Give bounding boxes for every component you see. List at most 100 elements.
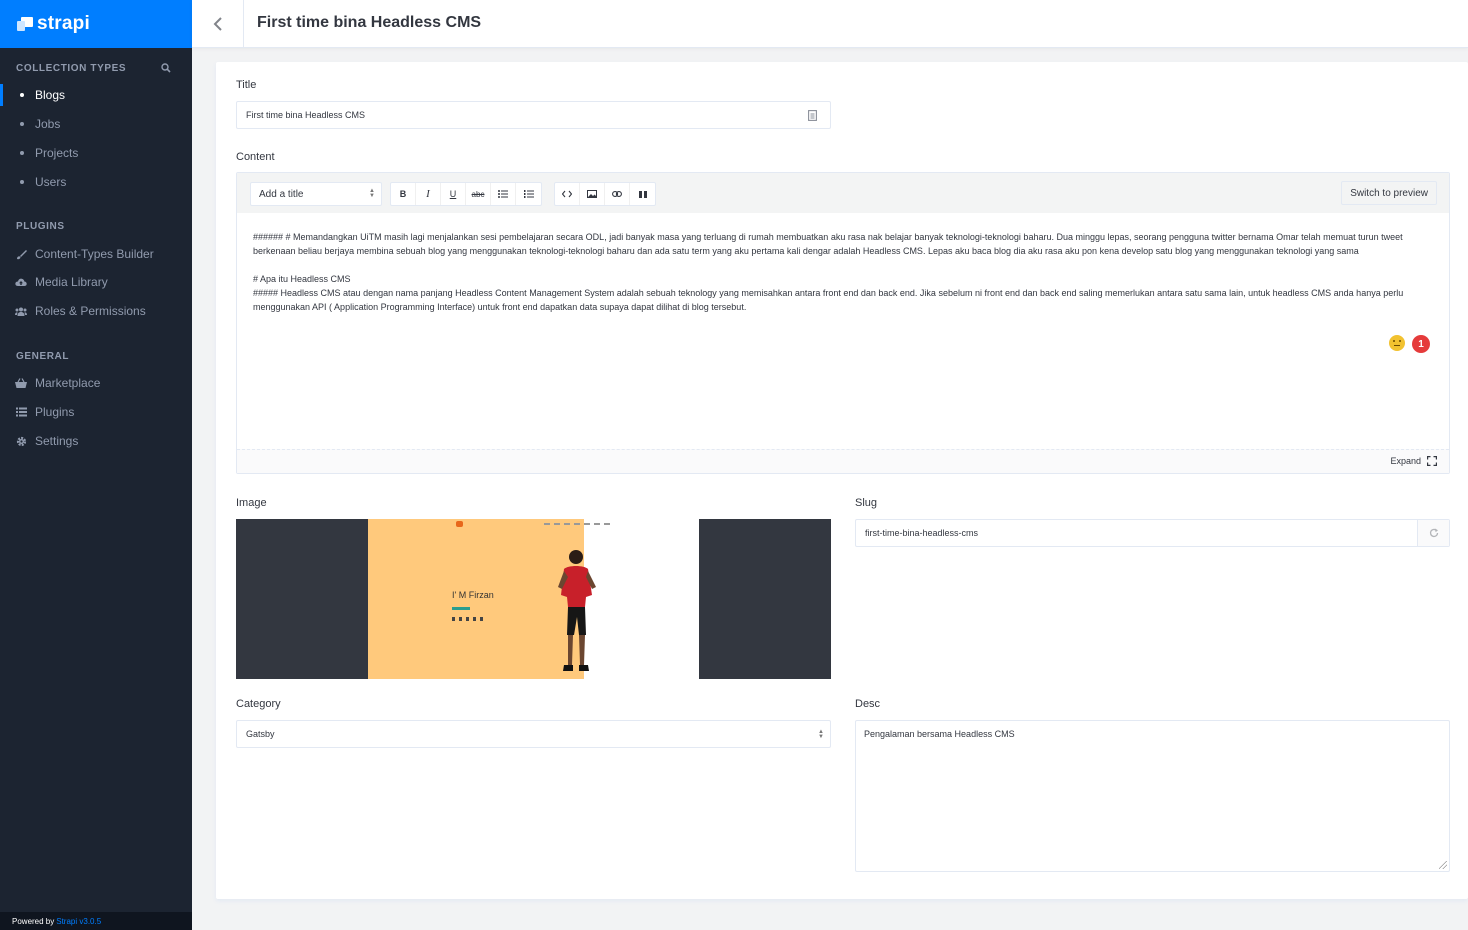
sidebar-item-label: Media Library xyxy=(35,275,108,289)
heading-select-value: Add a title xyxy=(259,188,304,200)
desc-textarea-value: Pengalaman bersama Headless CMS xyxy=(864,729,1015,739)
header: First time bina Headless CMS xyxy=(192,0,1468,48)
desc-textarea[interactable]: Pengalaman bersama Headless CMS xyxy=(855,720,1450,872)
editor-textarea[interactable]: ###### # Memandangkan UiTM masih lagi me… xyxy=(253,230,1433,314)
fullscreen-icon xyxy=(1427,456,1437,466)
sidebar-item-roles-permissions[interactable]: Roles & Permissions xyxy=(0,300,192,322)
gear-icon xyxy=(15,435,27,447)
bullet-icon xyxy=(20,122,24,126)
insert-button-group xyxy=(554,182,656,206)
strapi-version-link[interactable]: Strapi v3.0.5 xyxy=(56,917,101,926)
switch-to-preview-button[interactable]: Switch to preview xyxy=(1341,181,1437,205)
sidebar-item-label: Blogs xyxy=(35,88,66,102)
brand-logo[interactable]: strapi xyxy=(0,0,192,48)
slug-label: Slug xyxy=(855,497,878,509)
edit-form-card: Title First time bina Headless CMS Conte… xyxy=(216,62,1468,899)
cloud-upload-icon xyxy=(15,276,27,288)
sidebar-item-settings[interactable]: Settings xyxy=(0,430,192,452)
image-thumbnail: I' M Firzan xyxy=(368,519,699,679)
editor-paragraph: # Apa itu Headless CMS xyxy=(253,274,351,284)
desc-label: Desc xyxy=(855,698,881,710)
link-icon xyxy=(612,191,622,197)
expand-label: Expand xyxy=(1390,456,1421,466)
sidebar-item-label: Marketplace xyxy=(35,376,101,390)
sidebar-item-label: Plugins xyxy=(35,405,75,419)
general-title: GENERAL xyxy=(16,351,70,362)
image-label: Image xyxy=(236,497,267,509)
notification-badge[interactable]: 1 xyxy=(1412,335,1430,353)
slug-input[interactable]: first-time-bina-headless-cms xyxy=(855,519,1450,547)
list-icon xyxy=(15,406,27,418)
sidebar-item-projects[interactable]: Projects xyxy=(0,142,192,164)
page-title: First time bina Headless CMS xyxy=(257,14,482,31)
bullet-list-icon xyxy=(498,190,508,198)
preview-heading: I' M Firzan xyxy=(452,590,494,600)
refresh-icon xyxy=(1429,528,1438,538)
select-arrows-icon: ▲ ▼ xyxy=(369,188,375,199)
sidebar-item-marketplace[interactable]: Marketplace xyxy=(0,372,192,394)
social-icons xyxy=(452,617,486,621)
editor-footer: Expand xyxy=(237,449,1449,473)
category-label: Category xyxy=(236,698,281,710)
bullet-icon xyxy=(20,180,24,184)
site-nav xyxy=(544,523,610,525)
search-icon[interactable] xyxy=(161,63,171,73)
users-icon xyxy=(15,305,27,317)
image-button[interactable] xyxy=(580,183,605,205)
title-label: Title xyxy=(236,79,257,91)
sidebar-item-users[interactable]: Users xyxy=(0,171,192,193)
document-icon xyxy=(808,110,817,121)
underline-button[interactable]: U xyxy=(441,183,466,205)
strikethrough-button[interactable]: abc xyxy=(466,183,491,205)
powered-prefix: Powered by xyxy=(12,916,55,926)
person-photo-icon xyxy=(558,550,596,671)
sidebar-item-content-types-builder[interactable]: Content-Types Builder xyxy=(0,243,192,265)
numbered-list-icon xyxy=(523,190,534,198)
title-input-value: First time bina Headless CMS xyxy=(246,110,366,120)
code-button[interactable] xyxy=(555,183,580,205)
heading-select[interactable]: Add a title ▲ ▼ xyxy=(250,182,382,206)
quote-button[interactable] xyxy=(630,183,655,205)
sidebar-item-media-library[interactable]: Media Library xyxy=(0,271,192,293)
brush-icon xyxy=(15,248,27,260)
sidebar-item-blogs[interactable]: Blogs xyxy=(0,84,192,106)
sidebar-item-label: Settings xyxy=(35,434,79,448)
category-select[interactable]: Gatsby ▲ ▼ xyxy=(236,720,831,748)
bold-button[interactable]: B xyxy=(391,183,416,205)
strapi-logo-icon xyxy=(17,17,33,31)
numbered-list-button[interactable] xyxy=(516,183,541,205)
sidebar-item-plugins[interactable]: Plugins xyxy=(0,401,192,423)
sidebar-item-label: Content-Types Builder xyxy=(35,247,154,261)
expand-button[interactable]: Expand xyxy=(1390,456,1437,466)
brand-name: strapi xyxy=(37,13,90,34)
sidebar: strapi COLLECTION TYPES Blogs Jobs Proje… xyxy=(0,0,192,930)
chevron-left-icon xyxy=(213,17,222,31)
bullet-icon xyxy=(20,151,24,155)
editor-paragraph: ##### Headless CMS atau dengan nama panj… xyxy=(253,288,1404,312)
collection-types-title: COLLECTION TYPES xyxy=(16,63,127,74)
neutral-face-icon[interactable] xyxy=(1389,335,1405,351)
category-select-value: Gatsby xyxy=(246,729,275,739)
resize-handle-icon[interactable] xyxy=(1439,861,1447,869)
plugins-title: PLUGINS xyxy=(16,221,65,232)
title-input[interactable]: First time bina Headless CMS xyxy=(236,101,831,129)
quote-icon xyxy=(638,190,647,198)
sidebar-item-jobs[interactable]: Jobs xyxy=(0,113,192,135)
powered-by: Powered by Strapi v3.0.5 xyxy=(0,912,192,930)
content-label: Content xyxy=(236,151,275,163)
image-upload-preview[interactable]: I' M Firzan xyxy=(236,519,831,679)
link-button[interactable] xyxy=(605,183,630,205)
site-logo-icon xyxy=(456,521,463,527)
format-button-group: B I U abc xyxy=(390,182,542,206)
regenerate-slug-button[interactable] xyxy=(1417,520,1449,546)
italic-button[interactable]: I xyxy=(416,183,441,205)
sidebar-item-label: Projects xyxy=(35,146,79,160)
select-arrows-icon: ▲ ▼ xyxy=(818,729,824,740)
back-button[interactable] xyxy=(192,0,244,48)
markdown-editor: Add a title ▲ ▼ B I U abc Switch to prev… xyxy=(236,172,1450,474)
bullet-list-button[interactable] xyxy=(491,183,516,205)
sidebar-item-label: Users xyxy=(35,175,67,189)
slug-input-value: first-time-bina-headless-cms xyxy=(865,528,979,538)
image-icon xyxy=(587,190,597,198)
basket-icon xyxy=(15,377,27,389)
